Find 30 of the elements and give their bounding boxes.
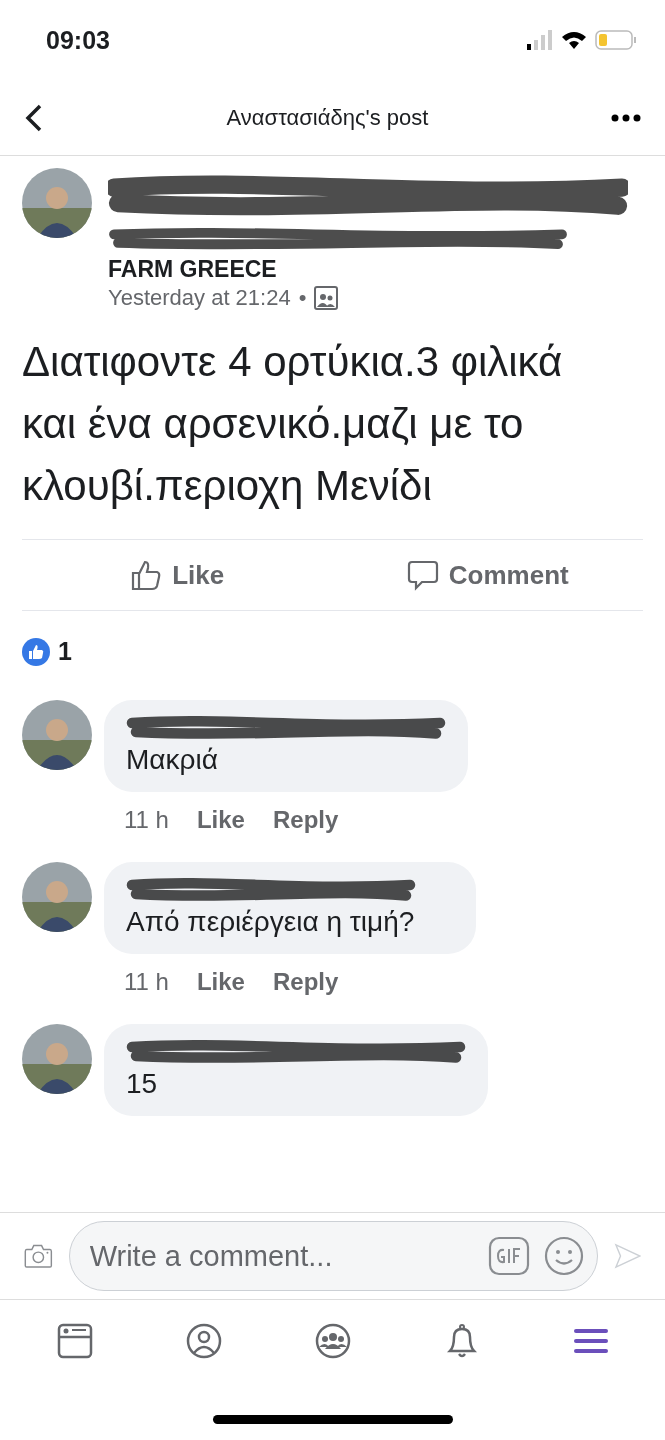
comment-text: Μακριά (126, 744, 219, 776)
friends-icon (314, 286, 339, 310)
post-text: Διατιφοντε 4 ορτύκια.3 φιλικά και ένα αρσενικό.μαζι με το κλουβί.περιοχη Μενίδι (21, 337, 564, 511)
status-time: 09:03 (46, 25, 110, 55)
thumbs-up-icon (130, 559, 163, 591)
header-title: Αναστασιάδης's post (226, 104, 429, 131)
reaction-count[interactable]: 1 (58, 637, 72, 666)
more-icon[interactable] (611, 113, 641, 122)
comment-button[interactable]: Comment (332, 540, 643, 610)
like-reaction-icon (22, 637, 50, 666)
back-icon[interactable] (24, 102, 44, 133)
like-button[interactable]: Like (22, 540, 333, 610)
wifi-icon (561, 30, 587, 50)
author-name[interactable]: FARM GREECE (108, 256, 628, 283)
speech-bubble-icon (406, 559, 439, 591)
signal-icon (527, 30, 553, 50)
comment-text: 15 (126, 1068, 159, 1100)
separator-dot: • (298, 285, 307, 311)
gif-icon[interactable] (487, 1236, 530, 1276)
comment-text: Από περιέργεια η τιμή? (126, 906, 416, 938)
battery-icon (595, 30, 637, 50)
like-link[interactable]: Like (196, 968, 245, 996)
comment-field[interactable]: Write a comment... (68, 1221, 598, 1291)
comment-time: 11 h (124, 806, 169, 834)
reply-link[interactable]: Reply (272, 806, 339, 834)
comment-time: 11 h (124, 968, 169, 996)
post-time: Yesterday at 21:24 (108, 285, 291, 311)
reply-link[interactable]: Reply (272, 968, 339, 996)
like-link[interactable]: Like (196, 806, 245, 834)
emoji-icon[interactable] (543, 1236, 584, 1276)
